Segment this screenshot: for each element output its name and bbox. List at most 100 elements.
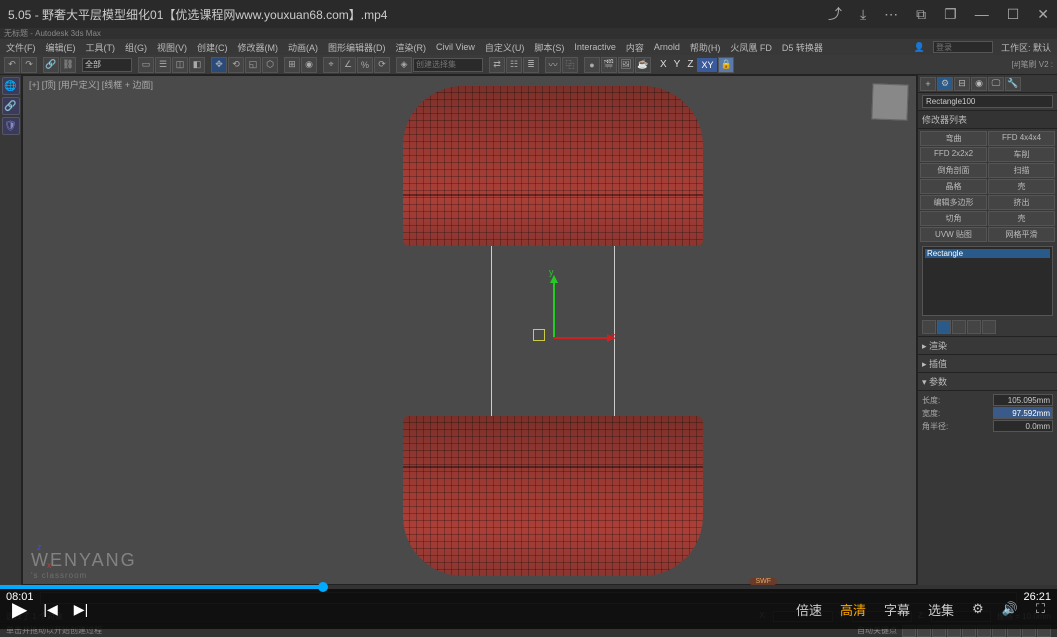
login-input[interactable] xyxy=(933,41,993,53)
axis-z[interactable]: Z xyxy=(684,59,696,70)
mod-lattice[interactable]: 晶格 xyxy=(920,179,987,194)
mod-bevel[interactable]: 倒角剖面 xyxy=(920,163,987,178)
menu-arnold[interactable]: Arnold xyxy=(650,42,684,52)
menu-edit[interactable]: 编辑(E) xyxy=(42,41,80,54)
section-interp[interactable]: ▸ 插值 xyxy=(918,354,1057,372)
section-params[interactable]: ▾ 参数 xyxy=(918,372,1057,390)
menu-tools[interactable]: 工具(T) xyxy=(82,41,120,54)
fullscreen-icon[interactable]: ⛶ xyxy=(1036,601,1045,617)
tab-motion-icon[interactable]: ◉ xyxy=(971,77,987,91)
menu-render[interactable]: 渲染(R) xyxy=(392,41,431,54)
menu-interactive[interactable]: Interactive xyxy=(570,42,620,52)
link-icon[interactable]: 🔗 xyxy=(43,57,59,73)
object-name-field[interactable]: Rectangle100 xyxy=(922,95,1053,108)
filter-dropdown[interactable] xyxy=(82,58,132,72)
scale-icon[interactable]: ◱ xyxy=(245,57,261,73)
menu-d5[interactable]: D5 转换器 xyxy=(778,41,827,54)
place-icon[interactable]: ⬡ xyxy=(262,57,278,73)
menu-group[interactable]: 组(G) xyxy=(121,41,151,54)
tab-modify-icon[interactable]: ⚙ xyxy=(937,77,953,91)
schematic-icon[interactable]: ⿻ xyxy=(562,57,578,73)
material-icon[interactable]: ● xyxy=(584,57,600,73)
minimize-icon[interactable]: — xyxy=(975,6,989,22)
world-icon[interactable]: 🌐 xyxy=(2,77,20,95)
tab-display-icon[interactable]: 🖵 xyxy=(988,77,1004,91)
unlink-icon[interactable]: ⛓ xyxy=(60,57,76,73)
menu-civil[interactable]: Civil View xyxy=(432,42,479,52)
select-name-icon[interactable]: ☰ xyxy=(155,57,171,73)
mod-editpoly[interactable]: 编辑多边形 xyxy=(920,195,987,210)
window-crossing-icon[interactable]: ◧ xyxy=(189,57,205,73)
menu-script[interactable]: 脚本(S) xyxy=(530,41,568,54)
section-render[interactable]: ▸ 渲染 xyxy=(918,336,1057,354)
stack-item[interactable]: Rectangle xyxy=(925,249,1050,258)
radius-input[interactable] xyxy=(993,420,1053,432)
menu-view[interactable]: 视图(V) xyxy=(153,41,191,54)
width-input[interactable] xyxy=(993,407,1053,419)
close-icon[interactable]: ✕ xyxy=(1037,6,1049,23)
length-input[interactable] xyxy=(993,394,1053,406)
unique-icon[interactable] xyxy=(952,320,966,334)
angle-snap-icon[interactable]: ∠ xyxy=(340,57,356,73)
render-frame-icon[interactable]: 🖼 xyxy=(618,57,634,73)
workspace-label[interactable]: 工作区: 默认 xyxy=(997,41,1055,54)
mod-sweep[interactable]: 扫描 xyxy=(988,163,1055,178)
menu-mod[interactable]: 修改器(M) xyxy=(234,41,283,54)
more-icon[interactable]: ⋯ xyxy=(884,6,898,23)
menu-file[interactable]: 文件(F) xyxy=(2,41,40,54)
config-icon[interactable] xyxy=(982,320,996,334)
mod-lathe[interactable]: 车削 xyxy=(988,147,1055,162)
menu-anim[interactable]: 动画(A) xyxy=(284,41,322,54)
mod-shell[interactable]: 壳 xyxy=(988,179,1055,194)
menu-content[interactable]: 内容 xyxy=(622,41,648,54)
select-region-icon[interactable]: ◫ xyxy=(172,57,188,73)
mod-ffd4[interactable]: FFD 4x4x4 xyxy=(988,131,1055,146)
render-icon[interactable]: ☕ xyxy=(635,57,651,73)
undo-icon[interactable]: ↶ xyxy=(4,57,20,73)
menu-phoenix[interactable]: 火凤凰 FD xyxy=(726,41,776,54)
mod-shell2[interactable]: 壳 xyxy=(988,211,1055,226)
redo-icon[interactable]: ↷ xyxy=(21,57,37,73)
playlist-button[interactable]: 选集 xyxy=(928,600,954,619)
show-end-icon[interactable] xyxy=(937,320,951,334)
menu-create[interactable]: 创建(C) xyxy=(193,41,232,54)
spinner-snap-icon[interactable]: ⟳ xyxy=(374,57,390,73)
remove-mod-icon[interactable] xyxy=(967,320,981,334)
user-icon[interactable]: 👤 xyxy=(910,42,929,53)
modifier-stack[interactable]: Rectangle xyxy=(922,246,1053,316)
snap-icon[interactable]: ⌖ xyxy=(323,57,339,73)
settings-icon[interactable]: ⚙ xyxy=(972,601,984,617)
subtitle-button[interactable]: 字幕 xyxy=(884,600,910,619)
viewport[interactable]: [+] [顶] [用户定义] [线框 + 边面] y x zx WENYANG … xyxy=(22,75,917,585)
mod-ffd2[interactable]: FFD 2x2x2 xyxy=(920,147,987,162)
select-icon[interactable]: ▭ xyxy=(138,57,154,73)
rotate-icon[interactable]: ⟲ xyxy=(228,57,244,73)
align-icon[interactable]: ☷ xyxy=(506,57,522,73)
mirror-icon[interactable]: ⇄ xyxy=(489,57,505,73)
window-icon[interactable]: ❐ xyxy=(944,6,957,23)
axis-xy[interactable]: XY xyxy=(697,58,717,72)
progress-bar[interactable] xyxy=(0,585,1057,589)
share-icon[interactable]: ⤴ xyxy=(828,4,842,24)
pip-icon[interactable]: ⧉ xyxy=(916,6,926,23)
mod-meshsmooth[interactable]: 网格平滑 xyxy=(988,227,1055,242)
prev-icon[interactable]: |◀ xyxy=(43,601,57,618)
mod-chamfer[interactable]: 切角 xyxy=(920,211,987,226)
menu-graph[interactable]: 图形编辑器(D) xyxy=(324,41,390,54)
move-gizmo[interactable]: y x xyxy=(545,281,625,361)
percent-snap-icon[interactable]: % xyxy=(357,57,373,73)
quality-button[interactable]: 高清 xyxy=(840,600,866,619)
download-icon[interactable]: ⤓ xyxy=(860,6,866,23)
mod-extrude[interactable]: 挤出 xyxy=(988,195,1055,210)
render-setup-icon[interactable]: 🎬 xyxy=(601,57,617,73)
pin-stack-icon[interactable] xyxy=(922,320,936,334)
tab-create-icon[interactable]: + xyxy=(920,77,936,91)
speed-button[interactable]: 倍速 xyxy=(796,600,822,619)
maximize-icon[interactable]: ☐ xyxy=(1007,6,1020,23)
next-icon[interactable]: ▶| xyxy=(74,601,88,618)
menu-help[interactable]: 帮助(H) xyxy=(686,41,725,54)
modifier-list-header[interactable]: 修改器列表 xyxy=(918,110,1057,129)
tab-hierarchy-icon[interactable]: ⊟ xyxy=(954,77,970,91)
menu-custom[interactable]: 自定义(U) xyxy=(481,41,529,54)
layer-icon[interactable]: ≣ xyxy=(523,57,539,73)
